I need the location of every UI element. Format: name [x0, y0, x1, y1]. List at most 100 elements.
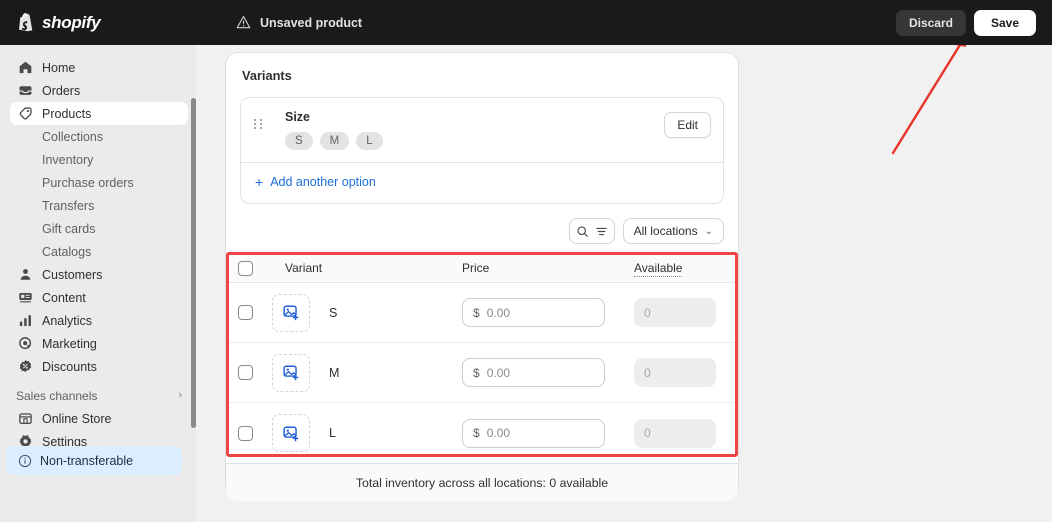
sidebar-section-sales-channels[interactable]: Sales channels › [10, 384, 188, 407]
marketing-target-icon [18, 336, 33, 351]
variants-card: Variants Size S M L Edit [226, 53, 738, 497]
sidebar-item-gift-cards[interactable]: Gift cards [10, 217, 188, 240]
variant-name: M [316, 366, 462, 380]
price-cell: $ 0.00 [462, 298, 634, 327]
brand-name: shopify [42, 13, 100, 33]
chevron-down-icon: ⌄ [705, 226, 713, 237]
row-checkbox[interactable] [238, 426, 253, 441]
option-name: Size [285, 110, 664, 124]
location-label: All locations [634, 224, 698, 238]
select-all-checkbox[interactable] [238, 261, 253, 276]
available-cell: 0 [634, 419, 724, 448]
search-icon[interactable] [576, 225, 589, 238]
column-label: Variant [285, 261, 322, 275]
variant-name: L [316, 426, 462, 440]
sidebar-item-orders[interactable]: Orders [10, 79, 188, 102]
sidebar-item-customers[interactable]: Customers [10, 263, 188, 286]
variant-name: S [316, 306, 462, 320]
row-select-cell [238, 305, 272, 320]
option-value-pill[interactable]: S [285, 132, 313, 150]
sidebar-item-label: Analytics [42, 314, 92, 328]
sidebar-item-analytics[interactable]: Analytics [10, 309, 188, 332]
save-button[interactable]: Save [974, 10, 1036, 36]
sidebar-item-label: Customers [42, 268, 102, 282]
non-transferable-banner[interactable]: Non-transferable [6, 446, 182, 475]
sidebar-item-label: Products [42, 107, 91, 121]
price-cell: $ 0.00 [462, 419, 634, 448]
sidebar-item-label: Marketing [42, 337, 97, 351]
add-option-label: Add another option [270, 175, 376, 189]
sidebar-item-inventory[interactable]: Inventory [10, 148, 188, 171]
shopify-bag-icon [18, 13, 35, 32]
add-another-option-button[interactable]: + Add another option [255, 175, 376, 189]
option-row: Size S M L Edit [241, 98, 723, 162]
available-cell: 0 [634, 298, 724, 327]
online-store-icon [18, 411, 33, 426]
sidebar-item-home[interactable]: Home [10, 56, 188, 79]
column-label: Available [634, 261, 682, 277]
row-thumb-cell [272, 294, 316, 332]
sidebar-item-discounts[interactable]: Discounts [10, 355, 188, 378]
sidebar-item-label: Orders [42, 84, 80, 98]
top-bar: shopify Unsaved product Discard Save [0, 0, 1052, 45]
price-input[interactable]: $ 0.00 [462, 298, 605, 327]
price-input[interactable]: $ 0.00 [462, 419, 605, 448]
select-all-cell [238, 261, 272, 276]
table-row: M $ 0.00 0 [226, 343, 738, 403]
option-value-pill[interactable]: L [356, 132, 382, 150]
search-filter-group[interactable] [569, 218, 615, 244]
edit-option-button[interactable]: Edit [664, 112, 711, 138]
currency-symbol: $ [473, 306, 480, 320]
drag-handle-icon[interactable] [251, 110, 265, 129]
table-row: S $ 0.00 0 [226, 283, 738, 343]
filter-lines-icon[interactable] [595, 225, 608, 238]
row-checkbox[interactable] [238, 305, 253, 320]
sidebar-item-label: Discounts [42, 360, 97, 374]
variants-toolbar: All locations ⌄ [226, 204, 738, 254]
sidebar-item-label: Gift cards [42, 222, 96, 236]
discounts-icon [18, 359, 33, 374]
sidebar-item-collections[interactable]: Collections [10, 125, 188, 148]
orders-inbox-icon [18, 83, 33, 98]
available-input[interactable]: 0 [634, 298, 716, 327]
available-input[interactable]: 0 [634, 419, 716, 448]
banner-label: Non-transferable [40, 454, 133, 468]
sidebar-item-transfers[interactable]: Transfers [10, 194, 188, 217]
option-footer: + Add another option [241, 162, 723, 203]
shopify-brand[interactable]: shopify [0, 13, 200, 33]
sidebar-item-label: Collections [42, 130, 103, 144]
sidebar-item-marketing[interactable]: Marketing [10, 332, 188, 355]
products-tag-icon [18, 106, 33, 121]
sidebar-item-purchase-orders[interactable]: Purchase orders [10, 171, 188, 194]
home-icon [18, 60, 33, 75]
all-locations-select[interactable]: All locations ⌄ [623, 218, 724, 244]
option-value-pill[interactable]: M [320, 132, 350, 150]
price-input[interactable]: $ 0.00 [462, 358, 605, 387]
add-image-icon[interactable] [272, 414, 310, 452]
sidebar-item-content[interactable]: Content [10, 286, 188, 309]
add-image-icon[interactable] [272, 354, 310, 392]
sidebar-item-online-store[interactable]: Online Store [10, 407, 188, 430]
customers-person-icon [18, 267, 33, 282]
total-inventory-bar: Total inventory across all locations: 0 … [226, 463, 738, 501]
sidebar-item-label: Content [42, 291, 86, 305]
row-thumb-cell [272, 354, 316, 392]
price-placeholder: 0.00 [487, 366, 510, 380]
table-header: Variant Price Available [226, 254, 738, 283]
variants-title: Variants [226, 53, 738, 83]
row-thumb-cell [272, 414, 316, 452]
row-checkbox[interactable] [238, 365, 253, 380]
discard-button[interactable]: Discard [896, 10, 966, 36]
available-input[interactable]: 0 [634, 358, 716, 387]
topbar-actions: Discard Save [896, 10, 1052, 36]
table-row: L $ 0.00 0 [226, 403, 738, 463]
sidebar-item-products[interactable]: Products [10, 102, 188, 125]
sidebar-item-label: Transfers [42, 199, 94, 213]
sidebar-item-catalogs[interactable]: Catalogs [10, 240, 188, 263]
column-header-price: Price [462, 259, 634, 277]
price-cell: $ 0.00 [462, 358, 634, 387]
add-image-icon[interactable] [272, 294, 310, 332]
option-size-box: Size S M L Edit + Add another option [240, 97, 724, 204]
content-icon [18, 290, 33, 305]
chevron-right-icon[interactable]: › [178, 390, 182, 401]
